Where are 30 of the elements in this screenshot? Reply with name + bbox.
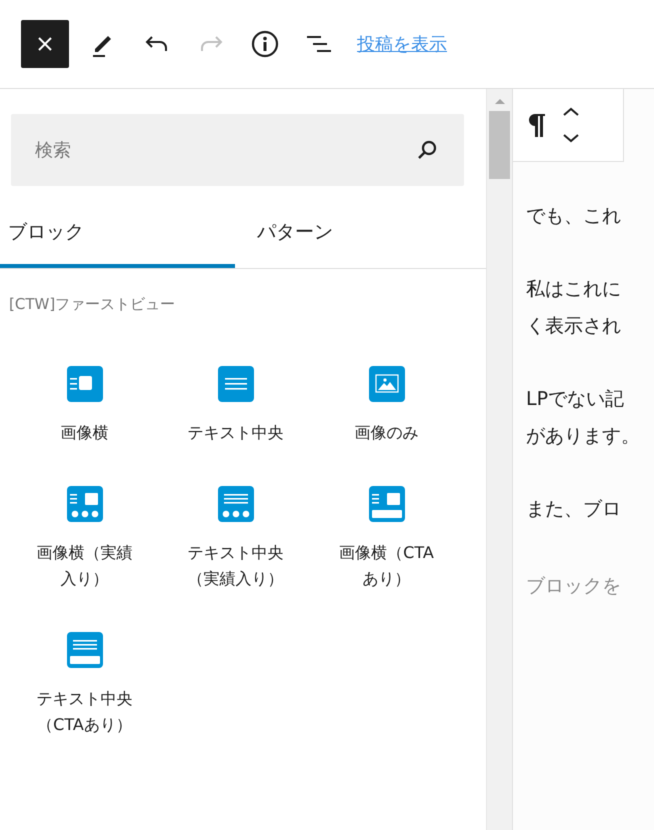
search-icon	[416, 139, 438, 161]
block-item[interactable]: 画像横（CTAあり）	[311, 476, 462, 602]
block-item[interactable]: テキスト中央（CTAあり）	[9, 622, 160, 748]
close-button[interactable]	[21, 20, 69, 68]
search-field[interactable]: 検索	[11, 114, 464, 186]
block-icon	[218, 486, 254, 522]
block-item[interactable]: テキスト中央（実績入り）	[160, 476, 311, 602]
scrollbar-thumb[interactable]	[489, 111, 510, 179]
block-icon	[368, 366, 404, 402]
block-item[interactable]: 画像のみ	[311, 356, 462, 456]
tab[interactable]: パターン	[235, 196, 470, 268]
block-icon	[218, 366, 254, 402]
block-icon	[368, 486, 404, 522]
block-icon	[66, 632, 102, 668]
block-item[interactable]: 画像横（実績入り）	[9, 476, 160, 602]
tab[interactable]: ブロック	[0, 196, 235, 268]
paragraph-text: また、ブロ	[526, 497, 621, 522]
block-item[interactable]: テキスト中央	[160, 356, 311, 456]
block-icon	[66, 486, 102, 522]
paragraph-text: があります。	[526, 424, 640, 449]
category-heading: [CTW]ファーストビュー	[9, 295, 176, 314]
move-up-down-icon[interactable]	[561, 105, 581, 145]
close-icon	[37, 36, 53, 52]
paragraph-text: く表示され	[526, 314, 621, 339]
paragraph-text: LPでない記	[526, 387, 624, 412]
block-icon	[66, 366, 102, 402]
paragraph-text: 私はこれに	[526, 277, 621, 302]
block-item[interactable]: 画像横	[9, 356, 160, 456]
paragraph-text: でも、これ	[526, 204, 621, 229]
scrollbar[interactable]	[486, 89, 512, 830]
